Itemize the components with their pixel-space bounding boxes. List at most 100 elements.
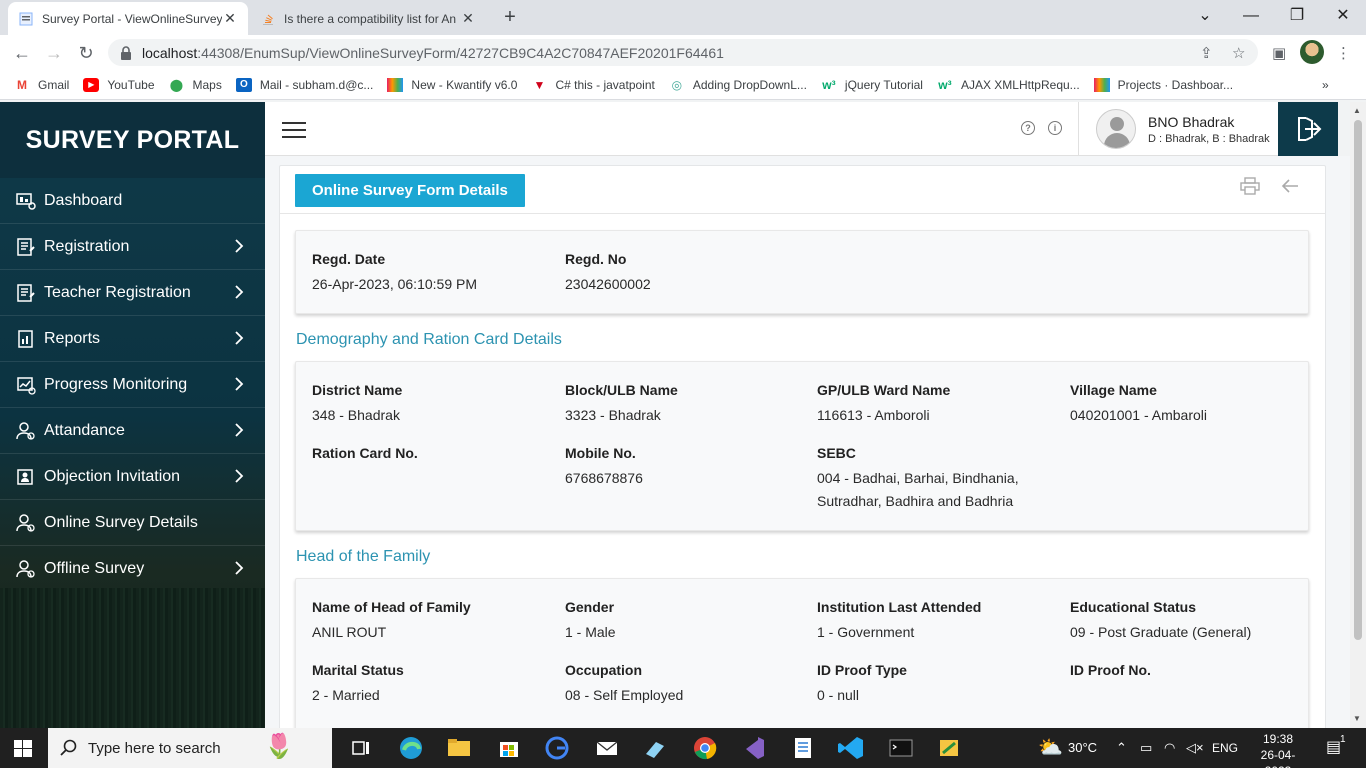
gitlab-icon (1093, 77, 1110, 92)
vertical-scrollbar[interactable]: ▲ ▼ (1350, 102, 1366, 728)
registration-card: Regd. Date 26-Apr-2023, 06:10:59 PM Regd… (295, 230, 1309, 314)
visual-studio-icon[interactable] (738, 734, 768, 762)
battery-icon[interactable]: ▭ (1140, 728, 1152, 768)
sidebar-item-reports[interactable]: Reports (0, 316, 265, 362)
bookmark-dropdown[interactable]: ◎ Adding DropDownL... (669, 78, 807, 92)
demography-card: District Name 348 - Bhadrak Block/ULB Na… (295, 361, 1309, 531)
gp-field: GP/ULB Ward Name 116613 - Amboroli (817, 382, 950, 427)
more-bookmarks-button[interactable]: » (1322, 78, 1329, 92)
file-explorer-icon[interactable] (444, 734, 474, 762)
search-icon (60, 739, 77, 756)
registration-icon (17, 283, 35, 302)
sebc-field: SEBC 004 - Badhai, Barhai, Bindhania, Su… (817, 445, 1019, 513)
bookmark-star-icon[interactable]: ☆ (1232, 44, 1245, 62)
users-icon (16, 421, 35, 440)
profile-avatar[interactable] (1300, 40, 1324, 64)
chrome-remote-icon[interactable] (542, 734, 572, 762)
language-indicator[interactable]: ENG (1212, 728, 1238, 768)
volume-icon[interactable]: ◁× (1186, 728, 1204, 768)
chrome-icon[interactable] (690, 734, 720, 762)
windows-start-icon[interactable] (14, 740, 32, 757)
bookmark-ajax[interactable]: w³ AJAX XMLHttpRequ... (937, 78, 1079, 92)
store-icon[interactable] (494, 734, 524, 762)
temperature[interactable]: 30°C (1068, 728, 1097, 768)
sidebar-item-label: Online Survey Details (44, 513, 198, 531)
url-host: localhost (142, 44, 198, 61)
sidebar-item-objection-invitation[interactable]: Objection Invitation (0, 454, 265, 500)
new-tab-button[interactable]: + (498, 6, 522, 29)
sidebar-item-dashboard[interactable]: Dashboard (0, 178, 265, 224)
show-hidden-icons[interactable]: ⌃ (1116, 728, 1127, 768)
marital-status-field: Marital Status 2 - Married (312, 662, 404, 707)
bookmark-kwantify[interactable]: New - Kwantify v6.0 (387, 77, 517, 92)
terminal-icon[interactable] (886, 734, 916, 762)
info-icon[interactable]: i (1048, 121, 1062, 135)
help-icon[interactable]: ? (1021, 121, 1035, 135)
task-view-icon[interactable] (346, 734, 376, 762)
sidebar-item-online-survey-details[interactable]: Online Survey Details (0, 500, 265, 546)
bookmark-label: C# this - javatpoint (555, 77, 655, 92)
sidebar-item-teacher-registration[interactable]: Teacher Registration (0, 270, 265, 316)
sidebar-item-offline-survey[interactable]: Offline Survey (0, 546, 265, 592)
notes-app-icon[interactable] (640, 734, 670, 762)
taskbar-search[interactable]: Type here to search 🌷 (48, 728, 332, 768)
vscode-icon[interactable] (836, 734, 866, 762)
field-value: 2 - Married (312, 687, 380, 703)
clock[interactable]: 19:38 26-04-2023 (1248, 731, 1308, 768)
field-label: Regd. No (565, 251, 627, 267)
education-field: Educational Status 09 - Post Graduate (G… (1070, 599, 1251, 644)
bookmark-outlook[interactable]: O Mail - subham.d@c... (235, 77, 373, 92)
close-tab-icon[interactable]: ✕ (222, 10, 238, 27)
field-value: 1 - Government (817, 624, 915, 640)
side-panel-icon[interactable]: ▣ (1272, 44, 1286, 62)
windows-taskbar: Type here to search 🌷 ⛅ 30°C ⌃ ▭ ◠ ◁× EN… (0, 728, 1366, 768)
address-bar[interactable]: localhost:44308/EnumSup/ViewOnlineSurvey… (108, 39, 1258, 66)
weather-icon[interactable]: ⛅ (1038, 728, 1063, 768)
field-label: District Name (312, 382, 403, 398)
browser-tab-inactive[interactable]: Is there a compatibility list for An ✕ (250, 2, 486, 35)
back-arrow-icon[interactable] (1280, 176, 1300, 196)
village-field: Village Name 040201001 - Ambaroli (1070, 382, 1207, 427)
print-icon[interactable] (1240, 177, 1260, 195)
wifi-icon[interactable]: ◠ (1164, 728, 1175, 768)
bookmark-javatpoint[interactable]: ▼ C# this - javatpoint (531, 77, 655, 92)
word-document-icon[interactable] (788, 734, 818, 762)
share-icon[interactable]: ⇪ (1200, 44, 1213, 62)
users-icon (16, 513, 35, 532)
close-tab-icon[interactable]: ✕ (460, 10, 476, 27)
tab-search-icon[interactable]: ⌄ (1182, 4, 1228, 28)
notification-icon[interactable]: ▤ (1326, 728, 1341, 768)
mail-icon[interactable] (592, 734, 622, 762)
browser-tab-active[interactable]: Survey Portal - ViewOnlineSurvey ✕ (8, 2, 248, 35)
bookmark-jquery[interactable]: w³ jQuery Tutorial (821, 78, 923, 92)
chevron-right-icon (235, 239, 244, 253)
paint-tool-icon[interactable] (934, 734, 964, 762)
bookmark-youtube[interactable]: ▶ YouTube (83, 77, 155, 92)
bookmark-gmail[interactable]: M Gmail (14, 78, 69, 92)
minimize-button[interactable]: — (1228, 4, 1274, 28)
reports-icon (18, 329, 33, 348)
sidebar-item-registration[interactable]: Registration (0, 224, 265, 270)
gmail-icon: M (17, 77, 27, 92)
field-label: Village Name (1070, 382, 1157, 398)
chevron-right-icon (235, 285, 244, 299)
logout-button[interactable] (1278, 102, 1338, 156)
hamburger-menu-icon[interactable] (282, 122, 306, 140)
page-favicon-icon (19, 12, 33, 25)
maximize-button[interactable]: ❐ (1274, 4, 1320, 28)
edge-icon[interactable] (396, 734, 426, 762)
scrollbar-thumb[interactable] (1354, 120, 1362, 640)
forward-arrow-icon[interactable]: → (42, 41, 66, 65)
sidebar-item-attandance[interactable]: Attandance (0, 408, 265, 454)
sidebar-item-progress-monitoring[interactable]: Progress Monitoring (0, 362, 265, 408)
menu-kebab-icon[interactable]: ⋮ (1336, 44, 1351, 62)
field-label: SEBC (817, 445, 856, 461)
close-window-button[interactable]: ✕ (1320, 4, 1366, 28)
field-label: GP/ULB Ward Name (817, 382, 951, 398)
regd-no-field: Regd. No 23042600002 (565, 251, 651, 296)
reload-icon[interactable]: ↻ (74, 41, 98, 65)
back-arrow-icon[interactable]: ← (10, 41, 34, 65)
bookmark-maps[interactable]: ⬤ Maps (169, 78, 222, 92)
bookmark-projects[interactable]: Projects · Dashboar... (1093, 77, 1233, 92)
field-label: Marital Status (312, 662, 404, 678)
